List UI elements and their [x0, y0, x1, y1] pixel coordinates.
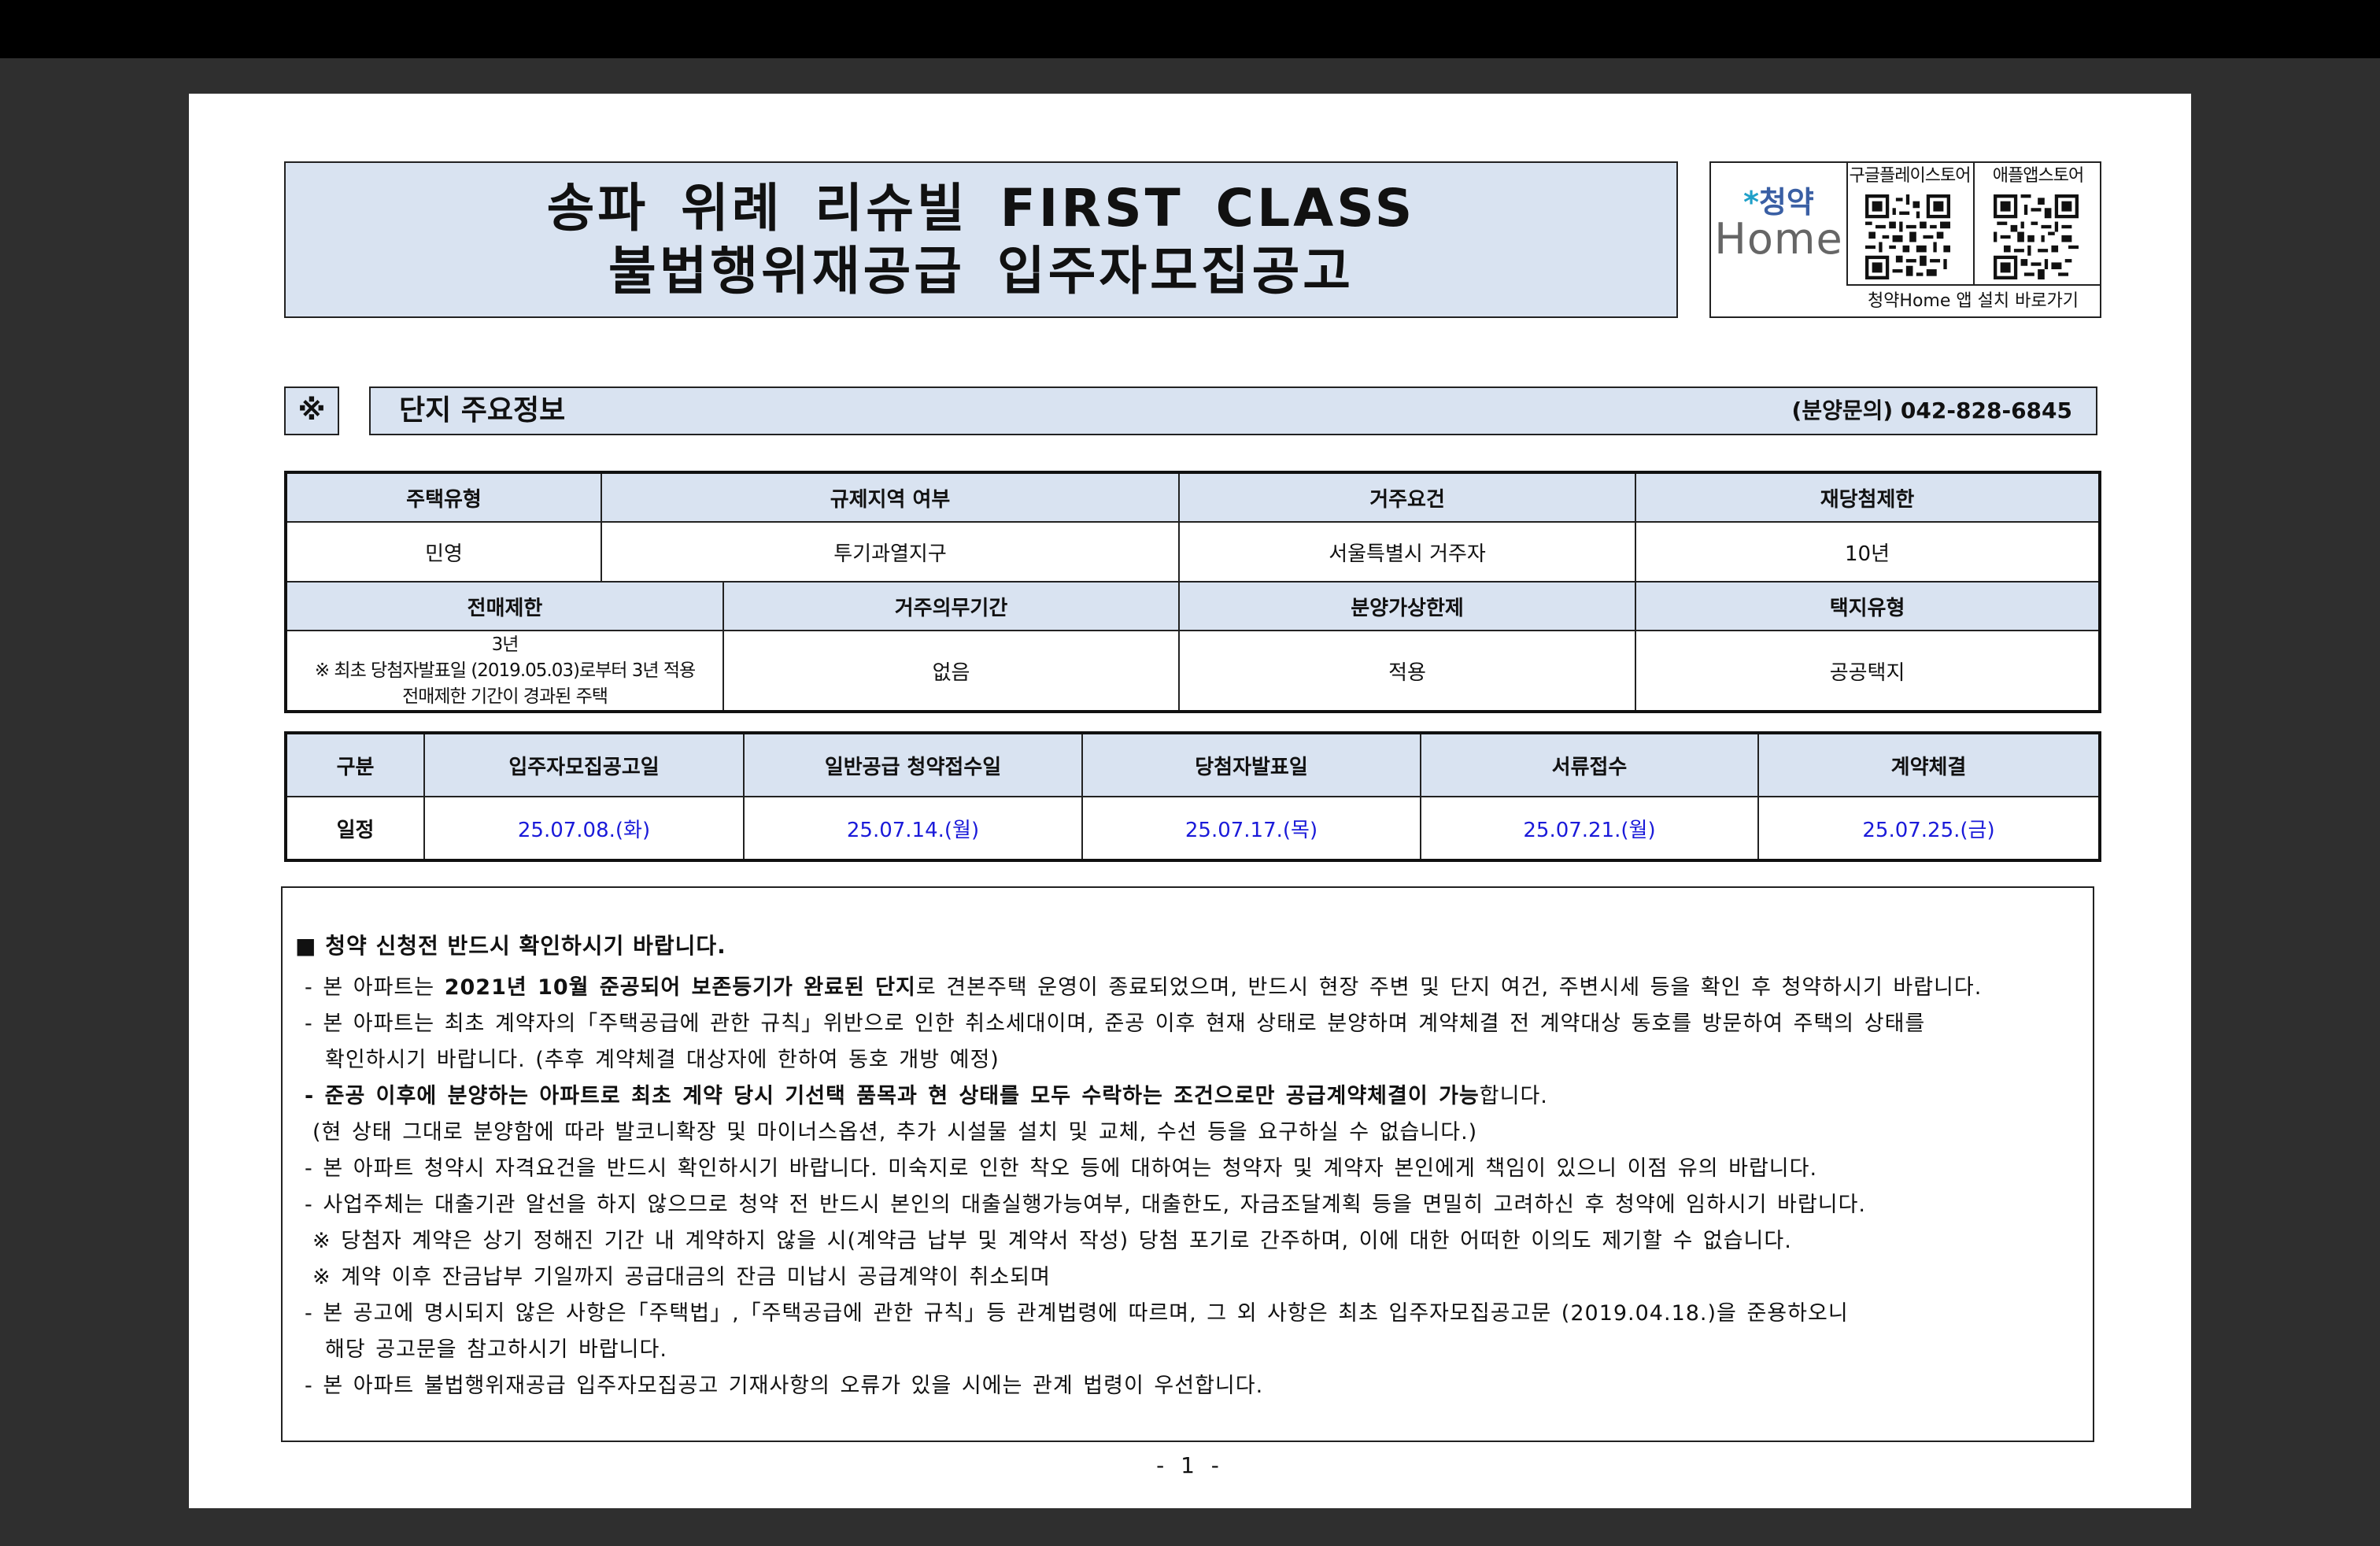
notice-line: - 본 아파트 불법행위재공급 입주자모집공고 기재사항의 오류가 있을 시에는…	[305, 1374, 1264, 1398]
notice-list: - 본 아파트는 2021년 10월 준공되어 보존등기가 완료된 단지로 견본…	[305, 970, 1982, 1404]
cheongyak-home-logo: *청약 Home	[1711, 163, 1848, 284]
notice-heading: ■ 청약 신청전 반드시 확인하시기 바랍니다.	[295, 933, 726, 959]
header-land-type: 택지유형	[1635, 581, 2101, 631]
table-header-row: 구분 입주자모집공고일 일반공급 청약접수일 당첨자발표일 서류접수 계약체결	[285, 732, 2101, 797]
notice-line: 해당 공고문을 참고하시기 바랍니다.	[325, 1337, 667, 1362]
notice-line: 확인하시기 바랍니다. (추후 계약체결 대상자에 한하여 동호 개방 예정)	[325, 1048, 1000, 1072]
header-winner-date: 당첨자발표일	[1081, 732, 1421, 797]
notice-line: - 본 아파트 청약시 자격요건을 반드시 확인하시기 바랍니다. 미숙지로 인…	[305, 1156, 1818, 1181]
value-regulated-area: 투기과열지구	[600, 521, 1181, 583]
notice-line: (현 상태 그대로 분양함에 따라 발코니확장 및 마이너스옵션, 추가 시설물…	[312, 1120, 1478, 1145]
notice-line: - 본 아파트는 2021년 10월 준공되어 보존등기가 완료된 단지로 견본…	[305, 975, 1983, 1000]
header-price-cap: 분양가상한제	[1178, 581, 1637, 631]
header-mandatory-residence: 거주의무기간	[722, 581, 1181, 631]
value-mandatory-residence: 없음	[722, 630, 1181, 712]
sales-inquiry-phone: (분양문의) 042-828-6845	[1791, 398, 2072, 423]
date-application: 25.07.14.(월)	[743, 796, 1083, 861]
header-housing-type: 주택유형	[285, 472, 602, 523]
header-rewin-restriction: 재당첨제한	[1635, 472, 2101, 523]
table-row: 민영 투기과열지구 서울특별시 거주자 10년	[285, 521, 2101, 583]
date-winner-announcement: 25.07.17.(목)	[1081, 796, 1421, 861]
notice-line: ※ 계약 이후 잔금납부 기일까지 공급대금의 잔금 미납시 공급계약이 취소되…	[312, 1265, 1051, 1289]
app-install-link[interactable]: 청약Home 앱 설치 바로가기	[1846, 284, 2100, 318]
google-play-qr-icon[interactable]	[1865, 194, 1950, 279]
resale-limit-note-2: 전매제한 기간이 경과된 주택	[402, 686, 608, 707]
notice-box: ■ 청약 신청전 반드시 확인하시기 바랍니다. - 본 아파트는 2021년 …	[281, 886, 2094, 1442]
value-housing-type: 민영	[285, 521, 602, 583]
document-page: 송파 위례 리슈빌 FIRST CLASS 불법행위재공급 입주자모집공고 *청…	[189, 94, 2191, 1508]
row-label-schedule: 일정	[285, 796, 425, 861]
value-resale-restriction: 3년 ※ 최초 당첨자발표일 (2019.05.03)로부터 3년 적용 전매제…	[285, 630, 724, 712]
google-play-qr-cell[interactable]: 구글플레이스토어	[1846, 163, 1973, 284]
header-residence-requirement: 거주요건	[1178, 472, 1637, 523]
value-residence-requirement: 서울특별시 거주자	[1178, 521, 1637, 583]
value-rewin-restriction: 10년	[1635, 521, 2101, 583]
header-announcement-date: 입주자모집공고일	[423, 732, 745, 797]
app-store-qr-icon[interactable]	[1994, 194, 2079, 279]
logo-bottom-text: Home	[1714, 214, 1843, 264]
page-number: - 1 -	[1156, 1452, 1224, 1478]
header-contract: 계약체결	[1757, 732, 2101, 797]
section-title: 단지 주요정보	[399, 394, 566, 427]
title-box: 송파 위례 리슈빌 FIRST CLASS 불법행위재공급 입주자모집공고	[284, 161, 1678, 318]
value-land-type: 공공택지	[1635, 630, 2101, 712]
table-header-row: 주택유형 규제지역 여부 거주요건 재당첨제한	[285, 472, 2101, 523]
date-contract: 25.07.25.(금)	[1757, 796, 2101, 861]
header-category: 구분	[285, 732, 425, 797]
notice-line: - 본 공고에 명시되지 않은 사항은「주택법」,「주택공급에 관한 규칙」등 …	[305, 1301, 1849, 1326]
notice-line: - 준공 이후에 분양하는 아파트로 최초 계약 당시 기선택 품목과 현 상태…	[305, 1084, 1548, 1108]
title-line-2: 불법행위재공급 입주자모집공고	[608, 240, 1354, 301]
header-regulated-area: 규제지역 여부	[600, 472, 1181, 523]
section-mark-icon: ※	[284, 386, 339, 435]
resale-limit-years: 3년	[491, 634, 519, 655]
date-document-submission: 25.07.21.(월)	[1420, 796, 1759, 861]
table-row: 3년 ※ 최초 당첨자발표일 (2019.05.03)로부터 3년 적용 전매제…	[285, 630, 2101, 712]
table-row: 일정 25.07.08.(화) 25.07.14.(월) 25.07.17.(목…	[285, 796, 2101, 861]
table-header-row: 전매제한 거주의무기간 분양가상한제 택지유형	[285, 581, 2101, 631]
schedule-table: 구분 입주자모집공고일 일반공급 청약접수일 당첨자발표일 서류접수 계약체결 …	[284, 731, 2101, 862]
section-header-bar: 단지 주요정보 (분양문의) 042-828-6845	[369, 386, 2097, 435]
header-application-date: 일반공급 청약접수일	[743, 732, 1083, 797]
header-resale-restriction: 전매제한	[285, 581, 724, 631]
notice-line: - 사업주체는 대출기관 알선을 하지 않으므로 청약 전 반드시 본인의 대출…	[305, 1193, 1866, 1217]
viewer-top-bar	[0, 0, 2380, 58]
notice-line: ※ 당첨자 계약은 상기 정해진 기간 내 계약하지 않을 시(계약금 납부 및…	[312, 1229, 1792, 1253]
app-download-panel: *청약 Home 구글플레이스토어 애플앱스토어 청약Home 앱 설치 바로가…	[1709, 161, 2101, 318]
value-price-cap: 적용	[1178, 630, 1637, 712]
header-document-submission: 서류접수	[1420, 732, 1759, 797]
date-announcement: 25.07.08.(화)	[423, 796, 745, 861]
resale-limit-note: ※ 최초 당첨자발표일 (2019.05.03)로부터 3년 적용	[314, 660, 696, 681]
complex-info-table: 주택유형 규제지역 여부 거주요건 재당첨제한 민영 투기과열지구 서울특별시 …	[284, 471, 2102, 713]
google-play-label: 구글플레이스토어	[1849, 166, 1972, 186]
title-line-1: 송파 위례 리슈빌 FIRST CLASS	[546, 177, 1416, 239]
notice-line: - 본 아파트는 최초 계약자의「주택공급에 관한 규칙」위반으로 인한 취소세…	[305, 1012, 1926, 1036]
app-store-qr-cell[interactable]: 애플앱스토어	[1973, 163, 2101, 284]
app-store-label: 애플앱스토어	[1992, 166, 2084, 186]
